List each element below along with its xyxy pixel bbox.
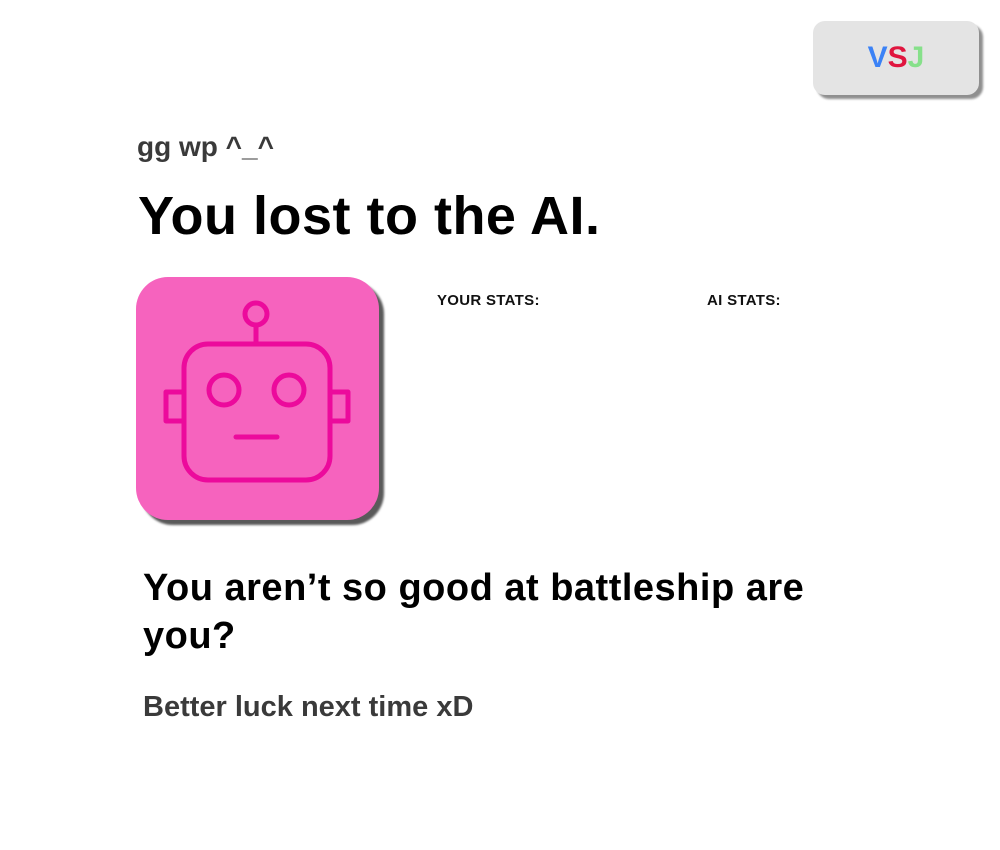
brand-letter-v: V	[867, 41, 888, 74]
taunt-heading: You aren’t so good at battleship are you…	[143, 567, 805, 657]
ai-stats-label: AI STATS:	[707, 292, 781, 309]
better-luck-text: Better luck next time xD	[143, 691, 474, 723]
robot-icon	[163, 300, 351, 483]
your-stats-label: YOUR STATS:	[437, 292, 540, 309]
page-title: You lost to the AI.	[138, 186, 601, 246]
vsj-logo-button[interactable]: VSJ	[813, 21, 979, 95]
robot-avatar	[136, 277, 379, 520]
brand-letter-s: S	[887, 41, 908, 74]
result-eyebrow: gg wp ^_^	[137, 131, 274, 162]
brand-letter-j: J	[907, 41, 925, 74]
